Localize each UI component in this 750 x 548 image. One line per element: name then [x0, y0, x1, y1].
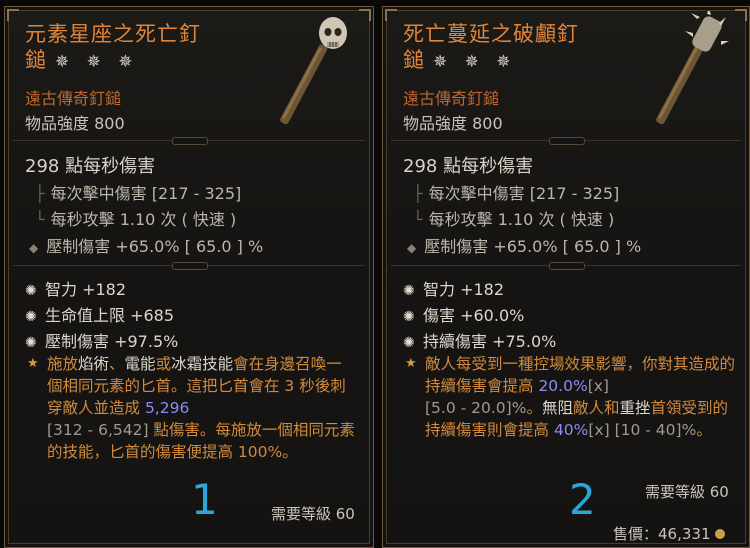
stat-overpower: ◆ 壓制傷害 +65.0% [ 65.0 ] %: [407, 237, 642, 256]
divider: [13, 262, 365, 270]
stat-attack-speed: └ 每秒攻擊 1.10 次 ( 快速 ): [413, 210, 615, 229]
legendary-aspect: ★ 施放焰術、電能或冰霜技能會在身邊召喚一個相同元素的匕首。這把匕首會在 3 秒…: [27, 355, 355, 461]
affix-damage-over-time: ✺ 持續傷害 +75.0%: [403, 332, 557, 351]
comparison-number: 2: [569, 475, 596, 524]
rank-stars-icon: ✵ ✵ ✵: [55, 52, 139, 72]
skull-mace-icon: [280, 17, 347, 125]
frame-corner: [385, 9, 397, 21]
stat-overpower: ◆ 壓制傷害 +65.0% [ 65.0 ] %: [29, 237, 264, 256]
affix-damage: ✺ 傷害 +60.0%: [403, 306, 525, 325]
affix-intelligence: ✺ 智力 +182: [403, 280, 505, 299]
item-type: 遠古傳奇釘鎚: [403, 89, 500, 108]
rank-stars-icon: ✵ ✵ ✵: [433, 52, 517, 72]
frame-corner: [7, 9, 19, 21]
comparison-number: 1: [191, 475, 218, 524]
item-tooltip-2: 死亡蔓延之破顱釘 鎚 ✵ ✵ ✵ 遠古傳奇釘鎚 物品強度 800 298 點每秒傷…: [382, 6, 750, 548]
affix-overpower-damage: ✺ 壓制傷害 +97.5%: [25, 332, 179, 351]
damage-per-second: 298 點每秒傷害: [403, 156, 534, 177]
divider: [391, 262, 741, 270]
legendary-star-icon: ★: [27, 356, 39, 371]
item-power: 物品強度 800: [403, 114, 503, 133]
stat-damage-per-hit: ├ 每次擊中傷害 [217 - 325]: [35, 184, 242, 203]
stat-damage-per-hit: ├ 每次擊中傷害 [217 - 325]: [413, 184, 620, 203]
item-name: 元素星座之死亡釘 鎚 ✵ ✵ ✵: [25, 22, 201, 72]
item-tooltip-1: 元素星座之死亡釘 鎚 ✵ ✵ ✵ 遠古傳奇釘鎚 物品強度 800 298 點每秒傷…: [4, 6, 374, 548]
item-type: 遠古傳奇釘鎚: [25, 89, 122, 108]
affix-bullet-icon: ✺: [25, 309, 37, 325]
legendary-star-icon: ★: [405, 356, 417, 371]
divider: [13, 137, 365, 145]
stat-attack-speed: └ 每秒攻擊 1.10 次 ( 快速 ): [35, 210, 237, 229]
level-requirement: 需要等級 60: [645, 483, 729, 501]
divider: [391, 137, 741, 145]
item-power: 物品強度 800: [25, 114, 125, 133]
item-name: 死亡蔓延之破顱釘 鎚 ✵ ✵ ✵: [403, 22, 579, 72]
affix-bullet-icon: ✺: [403, 309, 415, 325]
gold-coin-icon: [714, 529, 725, 539]
affix-intelligence: ✺ 智力 +182: [25, 280, 127, 299]
affix-bullet-icon: ✺: [25, 335, 37, 351]
damage-per-second: 298 點每秒傷害: [25, 156, 156, 177]
affix-bullet-icon: ✺: [403, 335, 415, 351]
level-requirement: 需要等級 60: [271, 505, 355, 523]
affix-bullet-icon: ✺: [25, 283, 37, 299]
affix-bullet-icon: ✺: [403, 283, 415, 299]
spiked-mace-icon: [656, 11, 729, 125]
legendary-aspect: ★ 敵人每受到一種控場效果影響，你對其造成的持續傷害會提高 20.0%[x] [5…: [405, 355, 736, 439]
affix-max-life: ✺ 生命值上限 +685: [25, 306, 175, 325]
